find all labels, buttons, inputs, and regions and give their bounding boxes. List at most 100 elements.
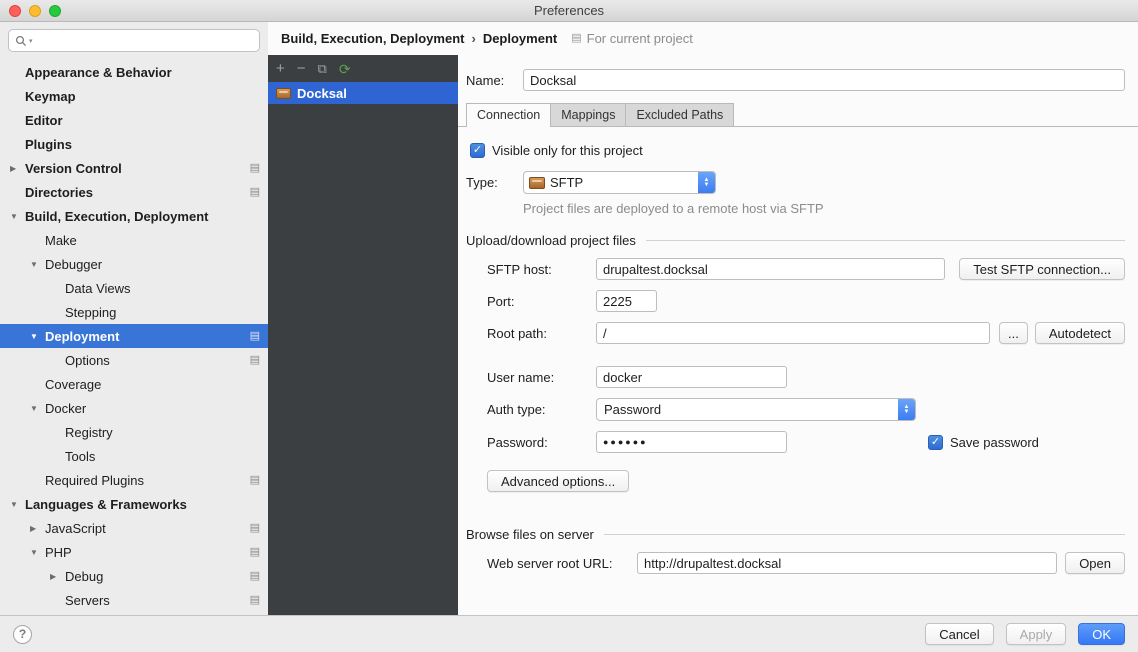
settings-tabs: ConnectionMappingsExcluded Paths	[458, 103, 1138, 127]
open-button[interactable]: Open	[1065, 552, 1125, 574]
per-project-settings-icon: ▤	[250, 163, 260, 174]
user-name-row: User name:	[487, 366, 1125, 388]
sidebar-item-data-views[interactable]: Data Views	[0, 276, 268, 300]
reload-server-button[interactable]: ⟳	[339, 62, 351, 76]
per-project-settings-icon: ▤	[250, 571, 260, 582]
deployment-form: Name: ConnectionMappingsExcluded Paths ✓…	[458, 55, 1138, 615]
chevron-down-icon[interactable]: ▼	[10, 500, 25, 509]
search-input[interactable]	[35, 31, 253, 50]
sidebar-item-label: Stepping	[65, 305, 116, 320]
sidebar-item-required-plugins[interactable]: Required Plugins▤	[0, 468, 268, 492]
sidebar-item-label: Editor	[25, 113, 63, 128]
cancel-button[interactable]: Cancel	[925, 623, 993, 645]
sidebar-item-directories[interactable]: Directories ▤	[0, 180, 268, 204]
apply-button[interactable]: Apply	[1006, 623, 1067, 645]
web-root-row: Web server root URL: Open	[487, 552, 1125, 574]
user-name-input[interactable]	[596, 366, 787, 388]
sidebar-item-build-execution-deployment[interactable]: ▼Build, Execution, Deployment	[0, 204, 268, 228]
ok-button[interactable]: OK	[1078, 623, 1125, 645]
sidebar-item-docker[interactable]: ▼Docker	[0, 396, 268, 420]
type-row: Type: SFTP ▲ ▼	[466, 171, 1125, 194]
tab-excluded-paths[interactable]: Excluded Paths	[625, 103, 734, 126]
sidebar-item-stepping[interactable]: Stepping	[0, 300, 268, 324]
sidebar-item-label: Data Views	[65, 281, 131, 296]
web-root-input[interactable]	[637, 552, 1057, 574]
name-input[interactable]	[523, 69, 1125, 91]
password-input[interactable]	[596, 431, 787, 453]
sidebar-item-appearance-behavior[interactable]: Appearance & Behavior	[0, 60, 268, 84]
sidebar-item-version-control[interactable]: ▶Version Control▤	[0, 156, 268, 180]
chevron-down-icon[interactable]: ▼	[30, 404, 45, 413]
copy-server-button[interactable]: ⧉	[318, 62, 327, 75]
check-icon: ✓	[931, 437, 940, 448]
per-project-settings-icon: ▤	[250, 355, 260, 366]
test-sftp-connection-button[interactable]: Test SFTP connection...	[959, 258, 1125, 280]
server-item-docksal[interactable]: Docksal	[268, 82, 458, 104]
sidebar-item-keymap[interactable]: Keymap	[0, 84, 268, 108]
autodetect-button[interactable]: Autodetect	[1035, 322, 1125, 344]
sftp-host-label: SFTP host:	[487, 262, 596, 277]
sidebar-item-deployment[interactable]: ▼Deployment▤	[0, 324, 268, 348]
sidebar-item-debug[interactable]: ▶Debug▤	[0, 564, 268, 588]
type-select-value: SFTP	[550, 175, 693, 190]
sidebar-item-tools[interactable]: Tools	[0, 444, 268, 468]
chevron-down-icon[interactable]: ▼	[30, 332, 45, 341]
sidebar-item-coverage[interactable]: Coverage	[0, 372, 268, 396]
sidebar-tree: Appearance & BehaviorKeymap Editor Plugins…	[0, 58, 268, 615]
chevron-down-icon[interactable]: ▼	[30, 260, 45, 269]
search-options-caret-icon[interactable]: ▾	[29, 37, 33, 45]
sidebar-item-label: PHP	[45, 545, 72, 560]
visible-only-checkbox[interactable]: ✓	[470, 143, 485, 158]
sidebar-item-debugger[interactable]: ▼Debugger	[0, 252, 268, 276]
auth-type-row: Auth type: Password ▲ ▼	[487, 398, 1125, 421]
sidebar-item-label: Plugins	[25, 137, 72, 152]
add-server-button[interactable]: +	[276, 61, 285, 76]
per-project-settings-icon: ▤	[250, 331, 260, 342]
browse-section-separator: Browse files on server	[466, 527, 1125, 542]
zoom-window-button[interactable]	[49, 5, 61, 17]
remove-server-button[interactable]: −	[297, 61, 306, 76]
breadcrumb: Build, Execution, Deployment › Deploymen…	[268, 22, 1138, 55]
per-project-settings-icon: ▤	[250, 187, 260, 198]
auth-type-select-value: Password	[602, 402, 893, 417]
sftp-host-input[interactable]	[596, 258, 945, 280]
sidebar-item-javascript[interactable]: ▶JavaScript▤	[0, 516, 268, 540]
current-project-icon: ▤	[571, 33, 581, 44]
settings-search-field[interactable]: ▾	[8, 29, 260, 52]
browse-root-path-button[interactable]: ...	[999, 322, 1028, 344]
tab-connection[interactable]: Connection	[466, 103, 551, 126]
name-label: Name:	[466, 73, 523, 88]
web-root-label: Web server root URL:	[487, 556, 637, 571]
chevron-right-icon[interactable]: ▶	[50, 572, 65, 581]
auth-type-select[interactable]: Password ▲ ▼	[596, 398, 916, 421]
port-input[interactable]	[596, 290, 657, 312]
sidebar-item-registry[interactable]: Registry	[0, 420, 268, 444]
browse-section-title: Browse files on server	[466, 527, 594, 542]
breadcrumb-parent[interactable]: Build, Execution, Deployment	[281, 31, 464, 46]
sidebar-item-plugins[interactable]: Plugins	[0, 132, 268, 156]
type-select[interactable]: SFTP ▲ ▼	[523, 171, 716, 194]
tab-mappings[interactable]: Mappings	[550, 103, 626, 126]
chevron-right-icon[interactable]: ▶	[30, 524, 45, 533]
sidebar-item-php[interactable]: ▼PHP▤	[0, 540, 268, 564]
help-button[interactable]: ?	[13, 625, 32, 644]
advanced-options-button[interactable]: Advanced options...	[487, 470, 629, 492]
root-path-input[interactable]	[596, 322, 990, 344]
sidebar-item-languages-frameworks[interactable]: ▼Languages & Frameworks	[0, 492, 268, 516]
chevron-down-icon[interactable]: ▼	[10, 212, 25, 221]
close-window-button[interactable]	[9, 5, 21, 17]
minimize-window-button[interactable]	[29, 5, 41, 17]
sidebar-item-label: Directories	[25, 185, 93, 200]
combo-arrows-icon: ▲ ▼	[898, 399, 915, 420]
chevron-down-icon[interactable]: ▼	[30, 548, 45, 557]
sidebar-item-make[interactable]: Make	[0, 228, 268, 252]
save-password-checkbox[interactable]: ✓	[928, 435, 943, 450]
separator-line	[646, 240, 1125, 241]
sidebar-item-options[interactable]: Options▤	[0, 348, 268, 372]
visible-only-label: Visible only for this project	[492, 143, 643, 158]
sidebar-item-servers[interactable]: Servers▤	[0, 588, 268, 612]
root-path-label: Root path:	[487, 326, 596, 341]
sidebar-item-editor[interactable]: Editor	[0, 108, 268, 132]
chevron-right-icon[interactable]: ▶	[10, 164, 25, 173]
password-label: Password:	[487, 435, 596, 450]
